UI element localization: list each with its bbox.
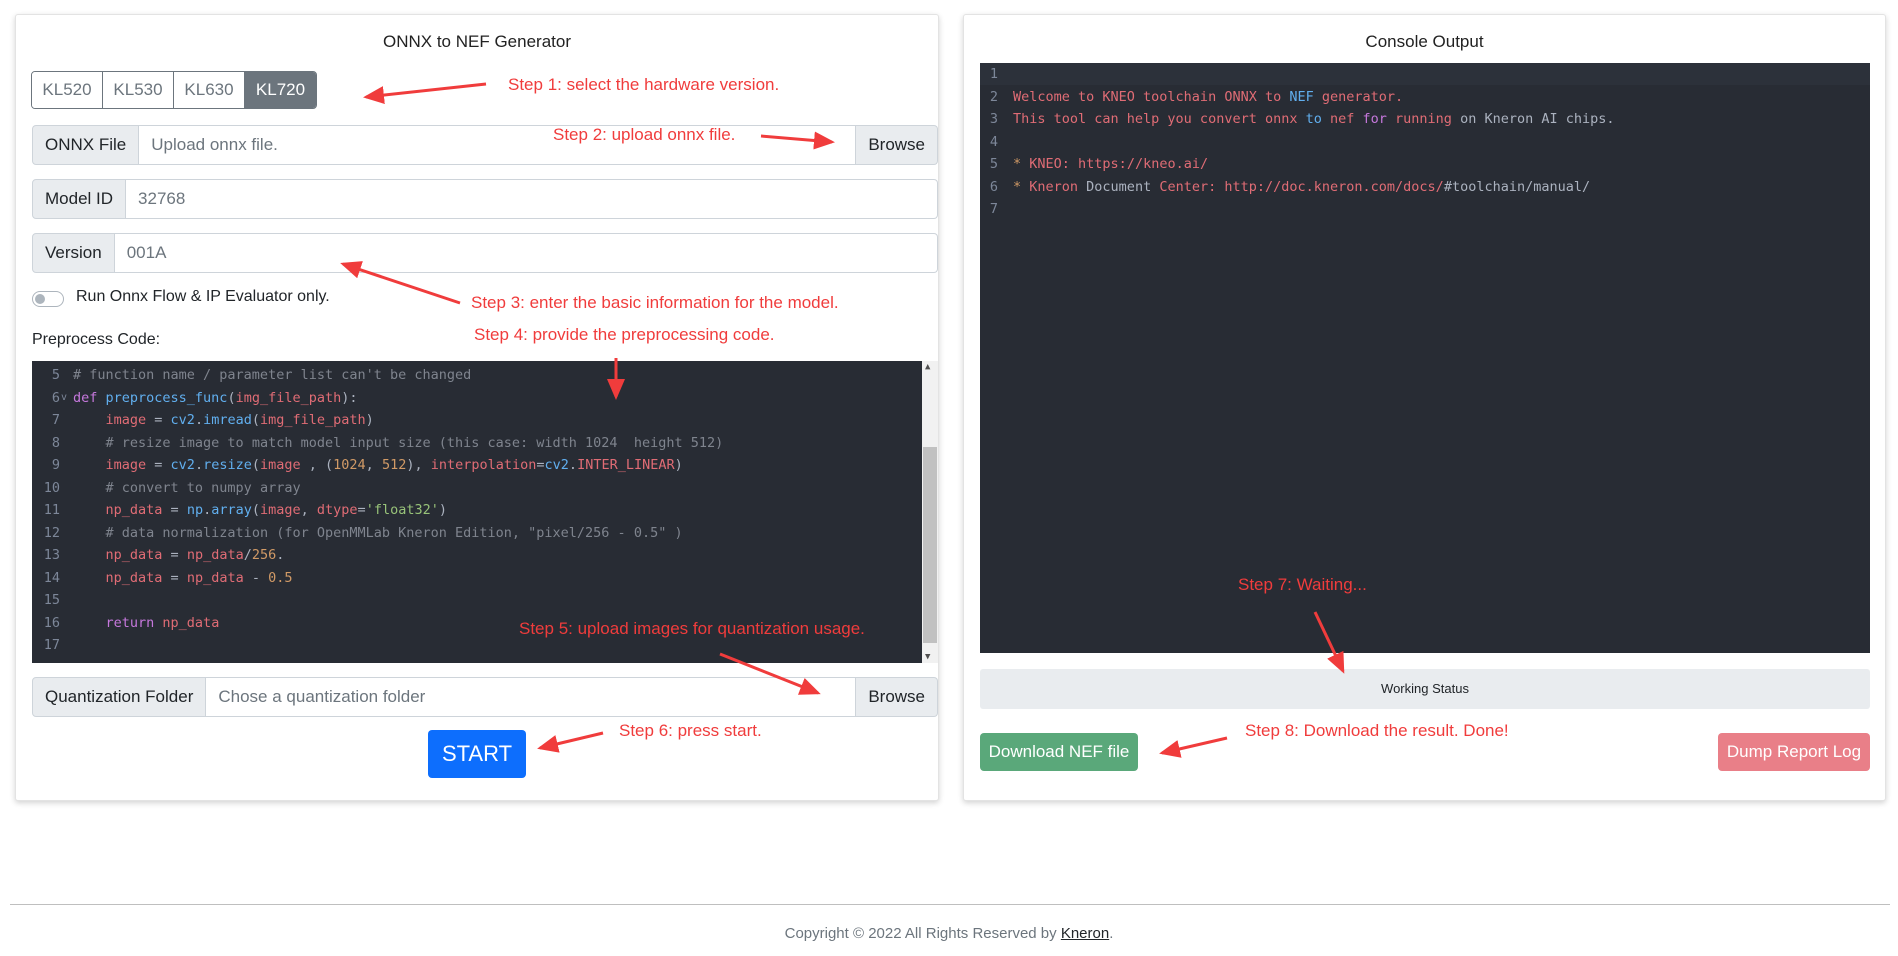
arrow-step2	[760, 131, 835, 150]
arrow-step7	[1313, 611, 1345, 674]
footer-divider	[10, 904, 1890, 905]
annotation-arrows	[340, 82, 1345, 758]
annotation-step6: Step 6: press start.	[619, 721, 762, 740]
annotation-step1: Step 1: select the hardware version.	[508, 75, 780, 94]
annotation-step4: Step 4: provide the preprocessing code.	[474, 325, 775, 344]
footer-text: Copyright © 2022 All Rights Reserved by	[784, 925, 1061, 942]
arrow-step8	[1159, 736, 1228, 758]
annotation-step7: Step 7: Waiting...	[1238, 575, 1367, 594]
footer-suffix: .	[1109, 925, 1114, 942]
annotation-step8: Step 8: Download the result. Done!	[1245, 721, 1509, 740]
footer-kneron-link[interactable]: Kneron	[1061, 925, 1109, 942]
footer: Copyright © 2022 All Rights Reserved by …	[0, 925, 1898, 942]
arrow-step6	[537, 731, 604, 753]
arrow-step3	[340, 261, 461, 305]
arrow-step5	[719, 652, 821, 695]
arrow-step1	[363, 82, 487, 105]
annotation-step5: Step 5: upload images for quantization u…	[519, 619, 865, 638]
annotation-step3: Step 3: enter the basic information for …	[471, 293, 839, 312]
annotation-step2: Step 2: upload onnx file.	[553, 125, 736, 144]
